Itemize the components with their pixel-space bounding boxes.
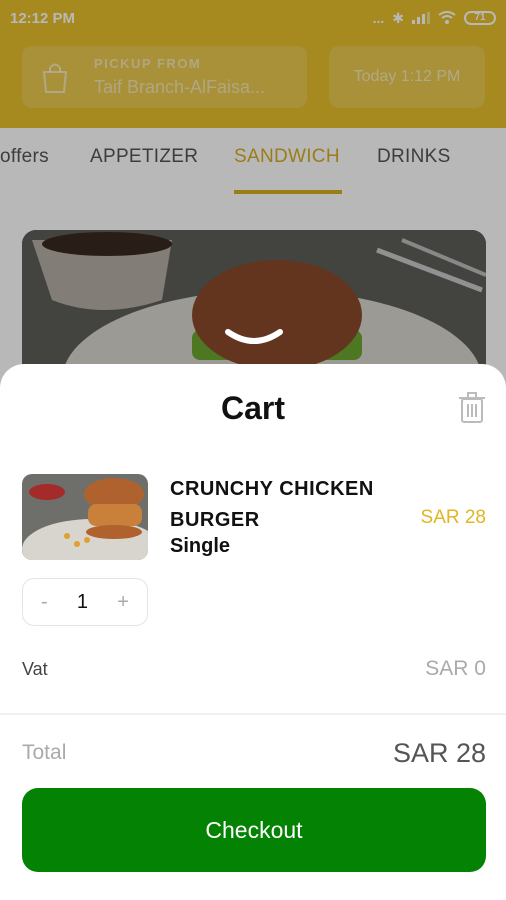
cart-item-name: CRUNCHY CHICKEN BURGER bbox=[170, 478, 374, 531]
total-label: Total bbox=[22, 741, 67, 764]
vat-label: Vat bbox=[22, 659, 48, 679]
checkout-button[interactable]: Checkout bbox=[22, 788, 486, 872]
chevron-down-icon[interactable] bbox=[222, 326, 286, 352]
quantity-value: 1 bbox=[76, 590, 89, 613]
divider bbox=[0, 713, 506, 715]
vat-value: SAR 0 bbox=[425, 657, 486, 680]
decrement-button[interactable]: - bbox=[41, 591, 48, 614]
increment-button[interactable]: + bbox=[117, 591, 129, 614]
cart-item-price: SAR 28 bbox=[420, 507, 486, 528]
total-value: SAR 28 bbox=[392, 738, 486, 768]
cart-title: Cart bbox=[220, 390, 285, 426]
cart-item-image bbox=[22, 474, 148, 560]
quantity-stepper: - 1 + bbox=[22, 578, 148, 626]
cart-item-variant: Single bbox=[170, 535, 231, 557]
burger-thumbnail bbox=[22, 474, 148, 560]
trash-icon[interactable] bbox=[458, 392, 486, 424]
